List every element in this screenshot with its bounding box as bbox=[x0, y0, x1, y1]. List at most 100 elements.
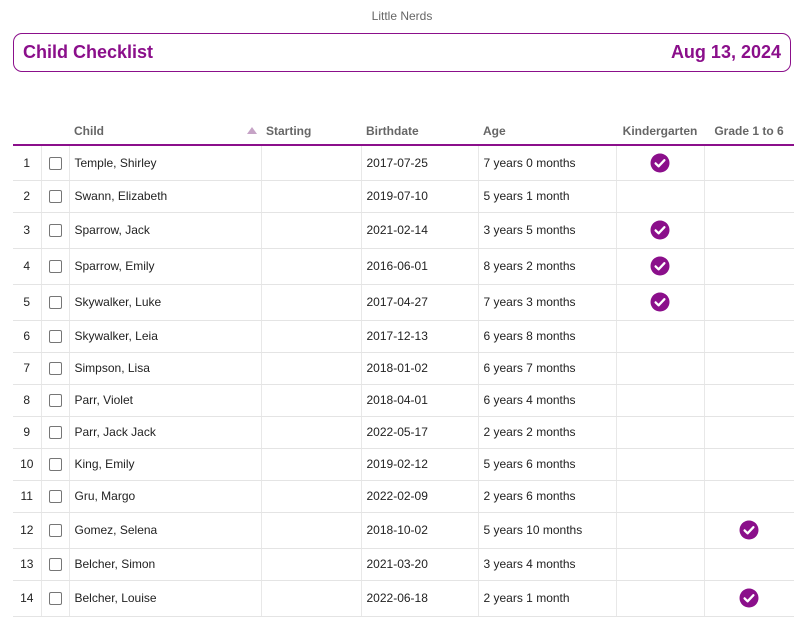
grade-cell bbox=[704, 145, 794, 181]
birthdate-cell: 2019-07-10 bbox=[361, 180, 479, 213]
birthdate-cell: 2019-02-12 bbox=[361, 448, 479, 481]
row-select-checkbox[interactable] bbox=[48, 426, 62, 440]
header-grade[interactable]: Grade 1 to 6 bbox=[704, 118, 794, 146]
table-row[interactable]: 12 Gomez, Selena 2018-10-02 5 years 10 mont… bbox=[13, 512, 794, 549]
table-row[interactable]: 3 Sparrow, Jack 2021-02-14 3 years 5 months bbox=[13, 212, 794, 249]
row-select-checkbox[interactable] bbox=[48, 296, 62, 310]
age-cell: 2 years 2 months bbox=[478, 416, 617, 449]
row-select-checkbox[interactable] bbox=[48, 330, 62, 344]
row-select-cell bbox=[41, 212, 70, 249]
birthdate-cell: 2018-10-02 bbox=[361, 512, 479, 549]
age-cell: 2 years 6 months bbox=[478, 480, 617, 513]
grade-cell bbox=[704, 284, 794, 321]
age-cell: 5 years 1 month bbox=[478, 180, 617, 213]
birthdate-cell: 2016-06-01 bbox=[361, 248, 479, 285]
table-row[interactable]: 5 Skywalker, Luke 2017-04-27 7 years 3 mont… bbox=[13, 284, 794, 321]
row-number: 2 bbox=[13, 180, 42, 213]
child-name: Gru, Margo bbox=[69, 480, 262, 513]
row-select-cell bbox=[41, 284, 70, 321]
grade-cell bbox=[704, 416, 794, 449]
table-row[interactable]: 9 Parr, Jack Jack 2022-05-17 2 years 2 mont… bbox=[13, 416, 794, 449]
age-cell: 6 years 8 months bbox=[478, 320, 617, 353]
table-row[interactable]: 7 Simpson, Lisa 2018-01-02 6 years 7 months bbox=[13, 352, 794, 385]
row-select-checkbox[interactable] bbox=[48, 592, 62, 606]
child-name: Skywalker, Luke bbox=[69, 284, 262, 321]
starting-cell bbox=[261, 448, 362, 481]
row-select-checkbox[interactable] bbox=[48, 190, 62, 204]
grade-cell bbox=[704, 448, 794, 481]
starting-cell bbox=[261, 580, 362, 617]
table-row[interactable]: 10 King, Emily 2019-02-12 5 years 6 months bbox=[13, 448, 794, 481]
grade-cell bbox=[704, 352, 794, 385]
header-select bbox=[41, 118, 69, 146]
grade-cell bbox=[704, 548, 794, 581]
table-header-row: Child Starting Birthdate Age Kindergarte… bbox=[13, 118, 794, 146]
birthdate-cell: 2022-02-09 bbox=[361, 480, 479, 513]
row-select-checkbox[interactable] bbox=[48, 260, 62, 274]
row-number: 6 bbox=[13, 320, 42, 353]
row-select-cell bbox=[41, 548, 70, 581]
row-select-cell bbox=[41, 448, 70, 481]
table-row[interactable]: 11 Gru, Margo 2022-02-09 2 years 6 months bbox=[13, 480, 794, 513]
child-name: Gomez, Selena bbox=[69, 512, 262, 549]
kindergarten-cell bbox=[616, 284, 705, 321]
child-name: Simpson, Lisa bbox=[69, 352, 262, 385]
grade-cell bbox=[704, 320, 794, 353]
starting-cell bbox=[261, 145, 362, 181]
birthdate-cell: 2021-03-20 bbox=[361, 548, 479, 581]
row-number: 14 bbox=[13, 580, 42, 617]
starting-cell bbox=[261, 212, 362, 249]
child-name: Sparrow, Jack bbox=[69, 212, 262, 249]
row-select-checkbox[interactable] bbox=[48, 394, 62, 408]
starting-cell bbox=[261, 352, 362, 385]
header-birthdate[interactable]: Birthdate bbox=[361, 118, 478, 146]
starting-cell bbox=[261, 548, 362, 581]
check-circle-icon bbox=[739, 520, 759, 540]
age-cell: 7 years 3 months bbox=[478, 284, 617, 321]
starting-cell bbox=[261, 512, 362, 549]
table-row[interactable]: 1 Temple, Shirley 2017-07-25 7 years 0 mont… bbox=[13, 145, 794, 181]
child-name: Sparrow, Emily bbox=[69, 248, 262, 285]
child-name: Skywalker, Leia bbox=[69, 320, 262, 353]
table-row[interactable]: 14 Belcher, Louise 2022-06-18 2 years 1 mon… bbox=[13, 580, 794, 617]
row-select-checkbox[interactable] bbox=[48, 224, 62, 238]
kindergarten-cell bbox=[616, 320, 705, 353]
org-name: Little Nerds bbox=[371, 9, 433, 23]
child-name: Parr, Violet bbox=[69, 384, 262, 417]
child-name: Belcher, Simon bbox=[69, 548, 262, 581]
child-name: Parr, Jack Jack bbox=[69, 416, 262, 449]
row-number: 3 bbox=[13, 212, 42, 249]
age-cell: 3 years 5 months bbox=[478, 212, 617, 249]
row-select-checkbox[interactable] bbox=[48, 524, 62, 538]
row-select-checkbox[interactable] bbox=[48, 558, 62, 572]
birthdate-cell: 2018-04-01 bbox=[361, 384, 479, 417]
age-cell: 5 years 10 months bbox=[478, 512, 617, 549]
child-name: Temple, Shirley bbox=[69, 145, 262, 181]
table-row[interactable]: 6 Skywalker, Leia 2017-12-13 6 years 8 mont… bbox=[13, 320, 794, 353]
grade-cell bbox=[704, 480, 794, 513]
kindergarten-cell bbox=[616, 145, 705, 181]
table-row[interactable]: 4 Sparrow, Emily 2016-06-01 8 years 2 month… bbox=[13, 248, 794, 285]
header-child-label: Child bbox=[74, 124, 104, 138]
child-name: Swann, Elizabeth bbox=[69, 180, 262, 213]
row-select-cell bbox=[41, 580, 70, 617]
row-select-checkbox[interactable] bbox=[48, 458, 62, 472]
header-age[interactable]: Age bbox=[478, 118, 616, 146]
age-cell: 3 years 4 months bbox=[478, 548, 617, 581]
row-select-checkbox[interactable] bbox=[48, 490, 62, 504]
grade-cell bbox=[704, 212, 794, 249]
row-select-checkbox[interactable] bbox=[48, 362, 62, 376]
header-starting[interactable]: Starting bbox=[261, 118, 361, 146]
table-row[interactable]: 13 Belcher, Simon 2021-03-20 3 years 4 mont… bbox=[13, 548, 794, 581]
header-kindergarten[interactable]: Kindergarten bbox=[616, 118, 704, 146]
age-cell: 6 years 4 months bbox=[478, 384, 617, 417]
starting-cell bbox=[261, 180, 362, 213]
header-child[interactable]: Child bbox=[69, 118, 261, 146]
table-row[interactable]: 8 Parr, Violet 2018-04-01 6 years 4 months bbox=[13, 384, 794, 417]
birthdate-cell: 2021-02-14 bbox=[361, 212, 479, 249]
page-header: Child Checklist Aug 13, 2024 bbox=[13, 33, 791, 72]
table-row[interactable]: 2 Swann, Elizabeth 2019-07-10 5 years 1 mon… bbox=[13, 180, 794, 213]
row-select-checkbox[interactable] bbox=[48, 156, 62, 170]
row-select-cell bbox=[41, 145, 70, 181]
row-select-cell bbox=[41, 180, 70, 213]
